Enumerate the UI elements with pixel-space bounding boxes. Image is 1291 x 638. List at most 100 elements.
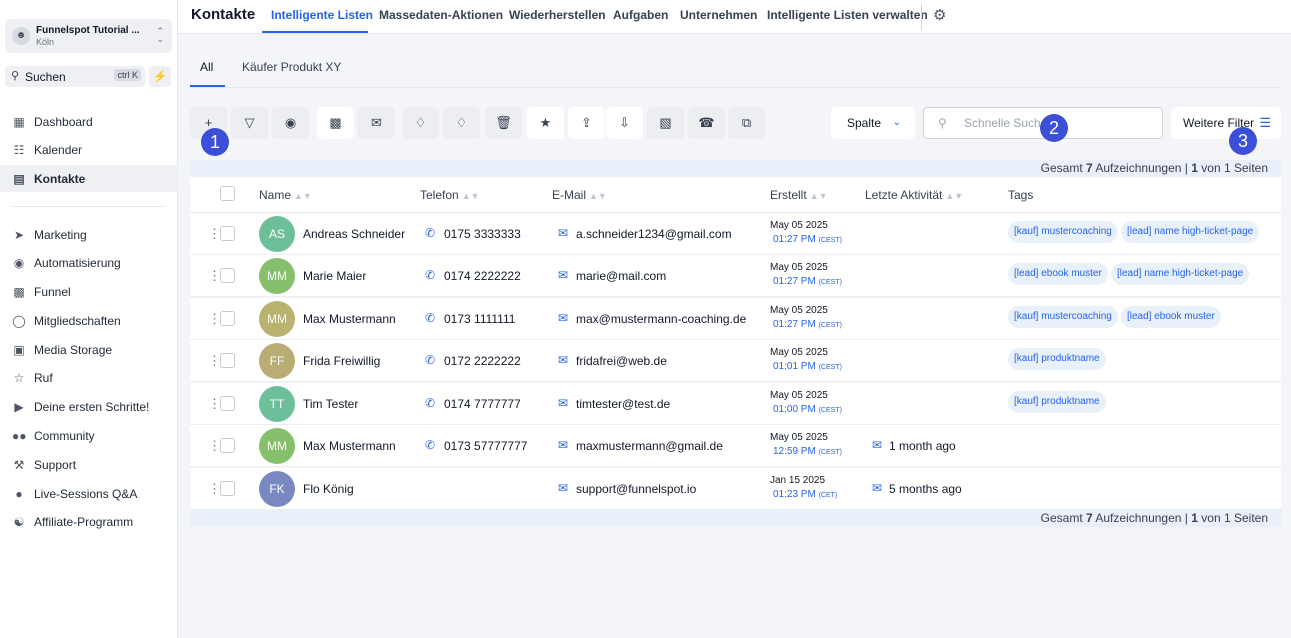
contact-name[interactable]: Max Mustermann (303, 439, 396, 453)
drag-handle-icon[interactable]: ⋮ (208, 438, 221, 454)
tab-aufgaben[interactable]: Aufgaben (613, 8, 668, 22)
sidebar-item-funnel[interactable]: ▩ Funnel (0, 278, 178, 305)
table-row[interactable]: ⋮ TT Tim Tester ✆ 0174 7777777 ✉ timtester@tes… (190, 383, 1281, 425)
contact-phone[interactable]: 0172 2222222 (444, 354, 521, 368)
table-row[interactable]: ⋮ MM Marie Maier ✆ 0174 2222222 ✉ marie@mail.c… (190, 255, 1281, 297)
table-row[interactable]: ⋮ FK Flo König ✉ support@funnelspot.io Jan 15… (190, 468, 1281, 510)
tab-intelligente-listen[interactable]: Intelligente Listen (271, 8, 373, 22)
contact-phone[interactable]: 0173 57777777 (444, 439, 527, 453)
delete-button[interactable]: 🗑 (485, 107, 522, 139)
created-time: 01:23 PM (CET) (773, 489, 837, 500)
drag-handle-icon[interactable]: ⋮ (208, 268, 221, 284)
drag-handle-icon[interactable]: ⋮ (208, 226, 221, 242)
import-button[interactable]: ⇩ (606, 107, 643, 139)
sidebar-item-kalender[interactable]: ☷ Kalender (0, 136, 178, 163)
contact-name[interactable]: Max Mustermann (303, 312, 396, 326)
dashboard-icon: ▦ (13, 114, 25, 129)
column-phone[interactable]: Telefon ▲▼ (420, 188, 480, 202)
row-checkbox[interactable] (220, 353, 235, 368)
filter-button[interactable]: ▽ (231, 107, 268, 139)
sidebar-item-media-storage[interactable]: ▣ Media Storage (0, 336, 178, 363)
select-all-checkbox[interactable] (220, 186, 235, 201)
contact-phone[interactable]: 0174 7777777 (444, 397, 521, 411)
contact-name[interactable]: Marie Maier (303, 269, 366, 283)
tab-unternehmen[interactable]: Unternehmen (680, 8, 757, 22)
row-checkbox[interactable] (220, 226, 235, 241)
add-tag-button[interactable]: ♢ (402, 107, 439, 139)
contact-name[interactable]: Andreas Schneider (303, 227, 405, 241)
remove-tag-button[interactable]: ♢ (443, 107, 480, 139)
drag-handle-icon[interactable]: ⋮ (208, 353, 221, 369)
sidebar-item-marketing[interactable]: ➤ Marketing (0, 221, 178, 248)
contact-email[interactable]: timtester@test.de (576, 397, 670, 411)
tag-chip[interactable]: [lead] name high-ticket-page (1121, 221, 1260, 243)
company-button[interactable]: ▧ (647, 107, 684, 139)
column-created[interactable]: Erstellt ▲▼ (770, 188, 828, 202)
tag-chip[interactable]: [kauf] produktname (1008, 348, 1106, 370)
tag-chip[interactable]: [lead] name high-ticket-page (1111, 263, 1250, 285)
automation-button[interactable]: ◉ (272, 107, 309, 139)
sidebar-item-kontakte[interactable]: ▤ Kontakte (0, 165, 178, 192)
drag-handle-icon[interactable]: ⋮ (208, 311, 221, 327)
sidebar-item-community[interactable]: ●● Community (0, 422, 178, 449)
export-button[interactable]: ⇪ (568, 107, 605, 139)
contact-email[interactable]: marie@mail.com (576, 269, 666, 283)
subtab-all[interactable]: All (200, 60, 213, 74)
tab-intelligente-listen-verwalten[interactable]: Intelligente Listen verwalten (767, 8, 928, 22)
subtab-kaeufer-produkt-xy[interactable]: Käufer Produkt XY (242, 60, 341, 74)
contact-name[interactable]: Frida Freiwillig (303, 354, 380, 368)
sms-button[interactable]: ▩ (317, 107, 354, 139)
row-checkbox[interactable] (220, 396, 235, 411)
contact-email[interactable]: maxmustermann@gmail.de (576, 439, 723, 453)
row-checkbox[interactable] (220, 268, 235, 283)
sidebar-item-live-sessions[interactable]: ● Live-Sessions Q&A (0, 480, 178, 507)
table-row[interactable]: ⋮ MM Max Mustermann ✆ 0173 1111111 ✉ max@muste… (190, 298, 1281, 340)
sidebar-item-support[interactable]: ⚒ Support (0, 451, 178, 478)
table-row[interactable]: ⋮ AS Andreas Schneider ✆ 0175 3333333 ✉ a.schn… (190, 213, 1281, 255)
row-checkbox[interactable] (220, 311, 235, 326)
tag-chip[interactable]: [lead] ebook muster (1121, 306, 1221, 328)
contact-name[interactable]: Flo König (303, 482, 354, 496)
sidebar-search[interactable]: ⚲ Suchen ctrl K (5, 66, 145, 87)
contact-email[interactable]: max@mustermann-coaching.de (576, 312, 746, 326)
tag-chip[interactable]: [kauf] mustercoaching (1008, 221, 1118, 243)
tab-massedaten-aktionen[interactable]: Massedaten-Aktionen (379, 8, 503, 22)
avatar: MM (259, 258, 295, 294)
tag-chip[interactable]: [kauf] produktname (1008, 391, 1106, 413)
tag-chip[interactable]: [kauf] mustercoaching (1008, 306, 1118, 328)
contact-phone[interactable]: 0174 2222222 (444, 269, 521, 283)
email-button[interactable]: ✉ (358, 107, 395, 139)
sidebar-item-automatisierung[interactable]: ◉ Automatisierung (0, 249, 178, 276)
column-email[interactable]: E-Mail ▲▼ (552, 188, 607, 202)
contact-email[interactable]: fridafrei@web.de (576, 354, 667, 368)
column-last-activity[interactable]: Letzte Aktivität ▲▼ (865, 188, 963, 202)
bolt-icon[interactable]: ⚡ (149, 66, 171, 87)
gear-icon[interactable]: ⚙ (933, 6, 946, 24)
drag-handle-icon[interactable]: ⋮ (208, 396, 221, 412)
sidebar-item-affiliate[interactable]: ☯ Affiliate-Programm (0, 508, 178, 535)
account-switcher[interactable]: ☻ Funnelspot Tutorial ... Köln ⌃ ⌄ (5, 19, 172, 53)
sidebar-item-mitgliedschaften[interactable]: ◯ Mitgliedschaften (0, 307, 178, 334)
column-name[interactable]: Name ▲▼ (259, 188, 312, 202)
tag-chip[interactable]: [lead] ebook muster (1008, 263, 1108, 285)
contact-email[interactable]: a.schneider1234@gmail.com (576, 227, 732, 241)
merge-button[interactable]: ⧉ (728, 107, 765, 139)
sidebar-item-ruf[interactable]: ☆ Ruf (0, 364, 178, 391)
table-row[interactable]: ⋮ MM Max Mustermann ✆ 0173 57777777 ✉ maxmuste… (190, 425, 1281, 467)
row-checkbox[interactable] (220, 481, 235, 496)
divider (921, 4, 922, 30)
sidebar-item-erste-schritte[interactable]: ▶ Deine ersten Schritte! (0, 393, 178, 420)
star-button[interactable]: ★ (527, 107, 564, 139)
contact-phone[interactable]: 0173 1111111 (444, 312, 515, 326)
more-filters-button[interactable]: Weitere Filter ☰ (1171, 107, 1281, 139)
column-select[interactable]: Spalte ⌄ (831, 107, 915, 139)
whatsapp-button[interactable]: ☎ (688, 107, 725, 139)
table-row[interactable]: ⋮ FF Frida Freiwillig ✆ 0172 2222222 ✉ fridafr… (190, 340, 1281, 382)
drag-handle-icon[interactable]: ⋮ (208, 481, 221, 497)
contact-email[interactable]: support@funnelspot.io (576, 482, 696, 496)
contact-phone[interactable]: 0175 3333333 (444, 227, 521, 241)
row-checkbox[interactable] (220, 438, 235, 453)
tab-wiederherstellen[interactable]: Wiederherstellen (509, 8, 606, 22)
sidebar-item-dashboard[interactable]: ▦ Dashboard (0, 108, 178, 135)
contact-name[interactable]: Tim Tester (303, 397, 358, 411)
